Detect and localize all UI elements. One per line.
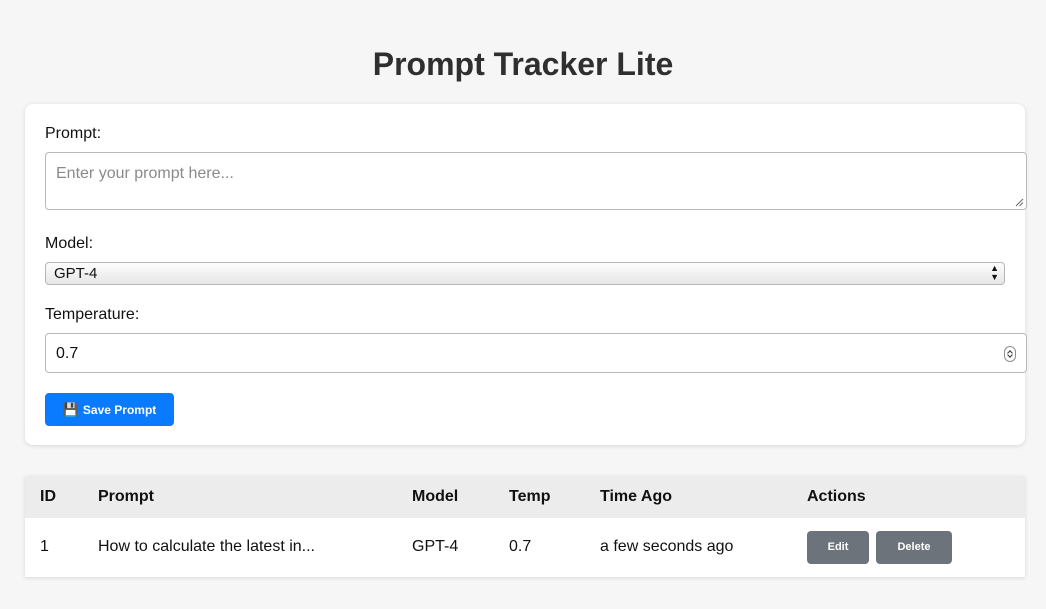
temperature-value: 0.7: [56, 345, 79, 362]
number-stepper-icon[interactable]: [1004, 346, 1016, 362]
edit-button[interactable]: Edit: [807, 530, 869, 564]
stepper-down-icon[interactable]: [1006, 352, 1013, 358]
select-arrows-icon: ▲ ▼: [990, 263, 999, 282]
table-header-row: ID Prompt Model Temp Time Ago Actions: [25, 476, 1025, 518]
prompts-table: ID Prompt Model Temp Time Ago Actions 1 …: [25, 476, 1025, 578]
save-prompt-label: Save Prompt: [82, 402, 157, 417]
delete-button[interactable]: Delete: [876, 530, 952, 564]
cell-prompt: How to calculate the latest in...: [83, 518, 397, 578]
prompts-table-card: ID Prompt Model Temp Time Ago Actions 1 …: [25, 476, 1025, 578]
prompt-placeholder: Enter your prompt here...: [56, 165, 234, 182]
column-header-actions: Actions: [807, 488, 866, 505]
table-row: 1 How to calculate the latest in... GPT-…: [25, 518, 1025, 578]
column-header-model: Model: [412, 488, 459, 505]
column-header-temp: Temp: [509, 488, 551, 505]
cell-temp: 0.7: [494, 518, 585, 578]
model-label: Model:: [45, 235, 94, 252]
temperature-label: Temperature:: [45, 306, 140, 323]
page-title: Prompt Tracker Lite: [372, 46, 674, 82]
prompt-label: Prompt:: [45, 125, 102, 142]
cell-model: GPT-4: [397, 518, 494, 578]
model-select[interactable]: GPT-4 ▲ ▼: [45, 262, 1005, 285]
cell-id: 1: [25, 518, 83, 578]
cell-actions: Edit Delete: [792, 518, 1025, 578]
prompt-form-card: Prompt: Enter your prompt here... Model:…: [25, 104, 1027, 445]
save-prompt-button[interactable]: 💾 Save Prompt: [45, 393, 174, 426]
temperature-input[interactable]: 0.7: [45, 333, 1027, 373]
column-header-id: ID: [40, 488, 56, 505]
page: Prompt Tracker Lite Prompt: Enter your p…: [0, 0, 1046, 609]
model-selected-value: GPT-4: [54, 265, 98, 282]
resize-grip-icon[interactable]: [1015, 198, 1024, 207]
prompt-textarea[interactable]: Enter your prompt here...: [45, 152, 1027, 210]
column-header-prompt: Prompt: [98, 488, 154, 505]
cell-time-ago: a few seconds ago: [585, 518, 792, 578]
floppy-disk-icon: 💾: [62, 401, 79, 417]
column-header-time-ago: Time Ago: [600, 488, 673, 505]
